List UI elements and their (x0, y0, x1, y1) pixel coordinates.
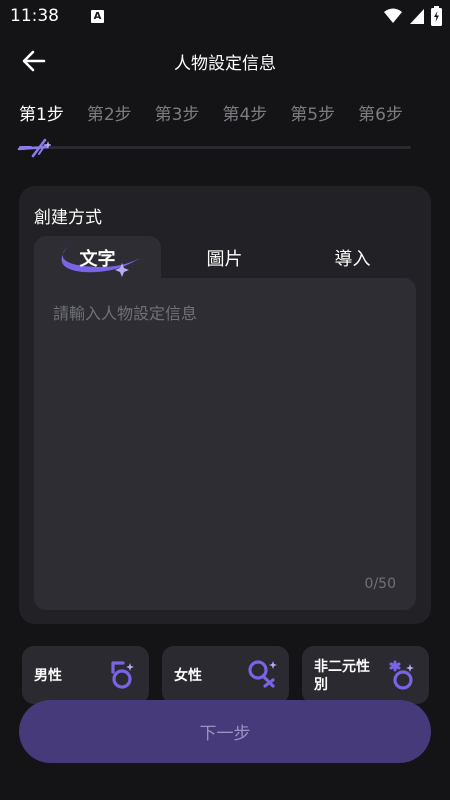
step-3[interactable]: 第3步 (155, 100, 200, 130)
progress-sparkle-icon (17, 138, 51, 158)
step-2[interactable]: 第2步 (87, 100, 132, 130)
char-count: 0/50 (364, 576, 396, 592)
creation-tabs: 文字 圖片 導入 (34, 236, 416, 280)
gender-nonbinary-button[interactable]: 非二元性別 (302, 646, 429, 704)
wifi-icon (384, 8, 402, 23)
top-bar: 人物設定信息 (0, 40, 450, 82)
gender-female-label: 女性 (174, 668, 202, 684)
battery-charging-icon (431, 6, 442, 26)
step-progress-track (19, 146, 411, 149)
tab-text-label: 文字 (79, 249, 116, 270)
status-bar: 11:38 A (0, 0, 450, 32)
gender-female-button[interactable]: 女性 (162, 646, 289, 704)
status-icons (383, 6, 442, 26)
gender-nonbinary-label: 非二元性別 (314, 659, 370, 693)
tab-image-label: 圖片 (206, 249, 243, 270)
gender-male-button[interactable]: 男性 (22, 646, 149, 704)
page-title: 人物設定信息 (174, 54, 276, 74)
tab-text[interactable]: 文字 (34, 236, 161, 280)
tab-import[interactable]: 導入 (289, 236, 416, 280)
gender-options: 男性 女性 非二元性別 (22, 646, 430, 704)
character-info-area: 0/50 (34, 278, 416, 610)
tab-image[interactable]: 圖片 (161, 236, 288, 280)
creation-card: 創建方式 文字 圖片 導入 0/50 (19, 186, 431, 624)
gender-male-label: 男性 (34, 668, 62, 684)
step-1[interactable]: 第1步 (19, 100, 64, 130)
nonbinary-symbol-icon (389, 660, 414, 690)
male-symbol-icon (111, 661, 134, 689)
step-tabs: 第1步 第2步 第3步 第4步 第5步 第6步 (19, 100, 419, 130)
step-6[interactable]: 第6步 (358, 100, 403, 130)
step-5[interactable]: 第5步 (290, 100, 335, 130)
tab-import-label: 導入 (334, 249, 371, 270)
status-time: 11:38 (10, 6, 59, 26)
female-symbol-icon (248, 660, 277, 688)
creation-method-title: 創建方式 (34, 208, 102, 228)
next-step-button[interactable]: 下一步 (19, 700, 431, 763)
notification-a-icon: A (91, 9, 104, 23)
cell-signal-icon (410, 9, 424, 24)
character-info-input[interactable] (34, 278, 416, 558)
step-4[interactable]: 第4步 (222, 100, 267, 130)
